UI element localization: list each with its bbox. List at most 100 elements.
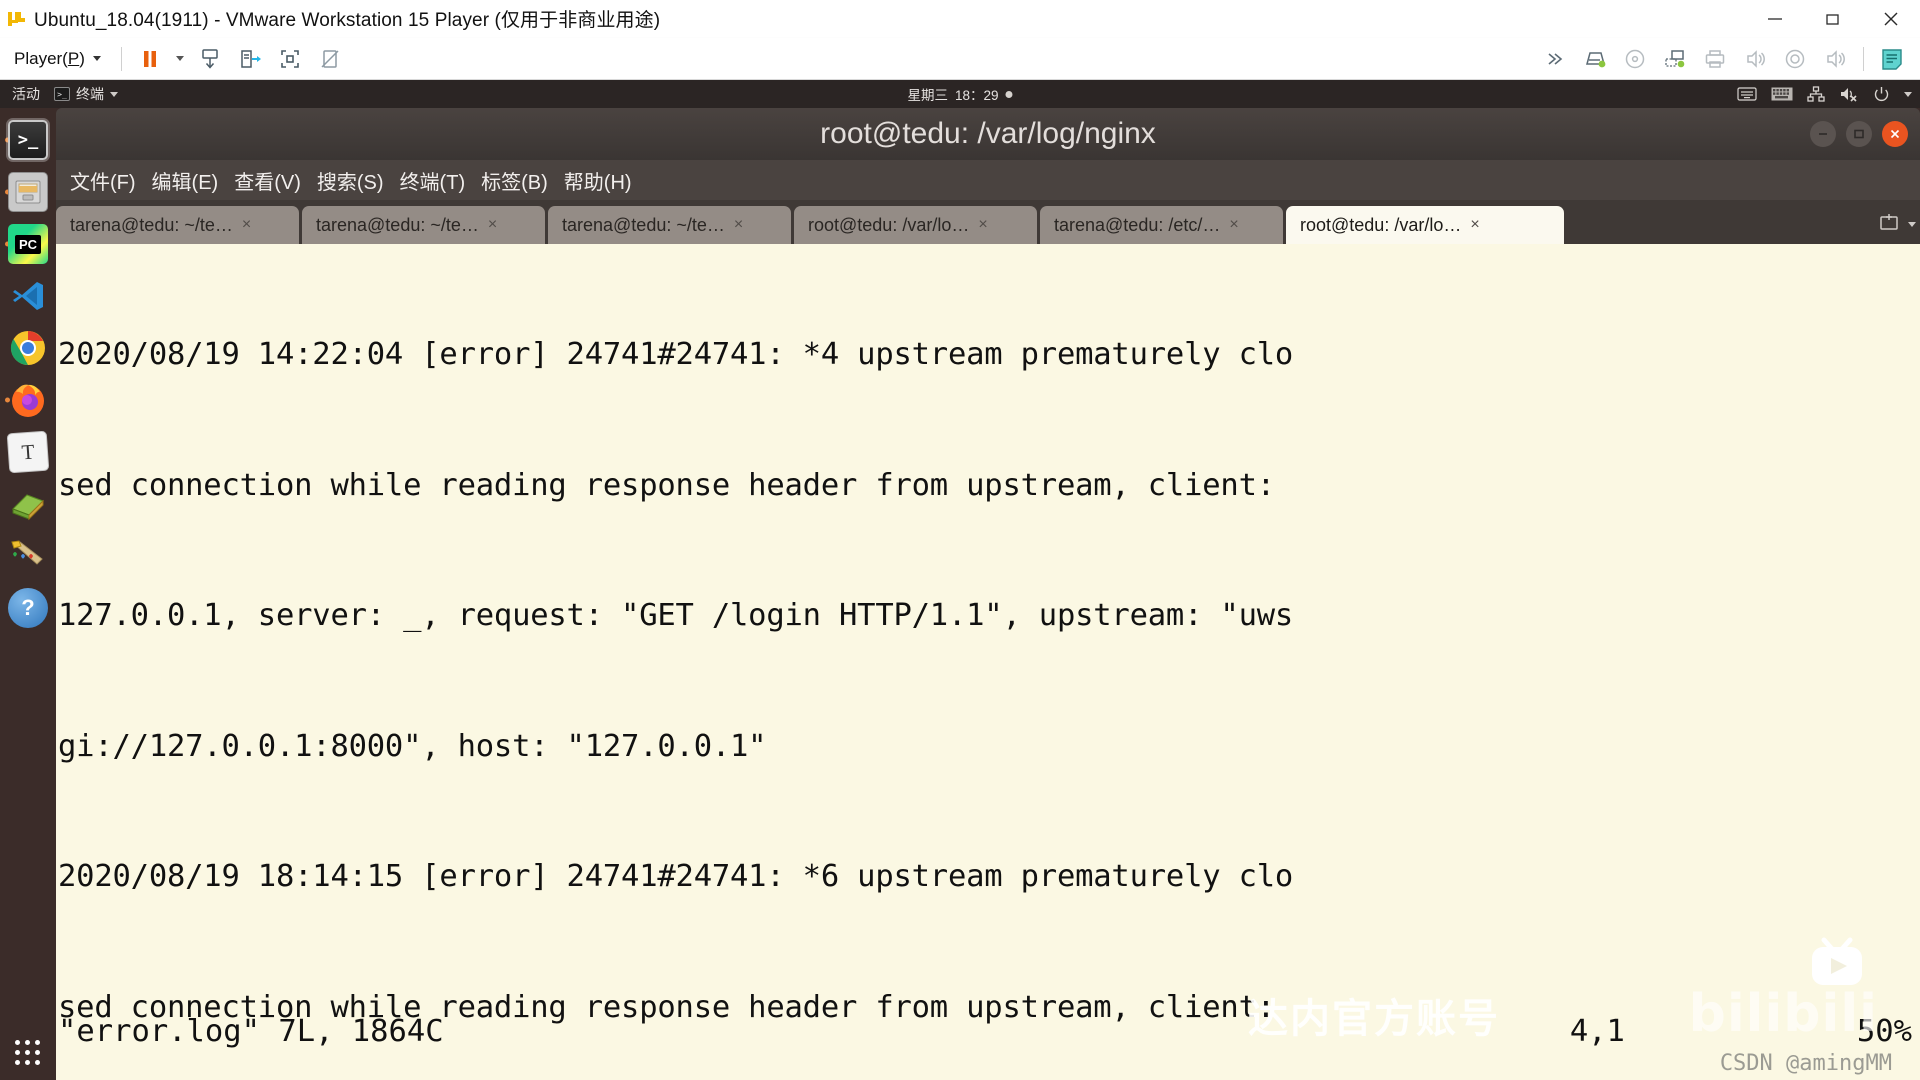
pause-button[interactable]: [130, 42, 170, 76]
grid-dot: [25, 1050, 30, 1055]
speaker-icon[interactable]: [1735, 42, 1775, 76]
terminal-tab-6[interactable]: root@tedu: /var/lo… ×: [1286, 206, 1564, 244]
printer-icon[interactable]: [1695, 42, 1735, 76]
topbar-clock[interactable]: 星期三 18：29: [907, 84, 1013, 104]
unity-mode-button[interactable]: [230, 42, 270, 76]
usb-circle-icon[interactable]: [1775, 42, 1815, 76]
terminal-line: 127.0.0.1, server: _, request: "GET /log…: [58, 598, 1294, 633]
menu-edit[interactable]: 编辑(E): [144, 163, 227, 198]
show-applications-button[interactable]: [15, 1040, 41, 1066]
tray-onscreen-keyboard-icon[interactable]: [1737, 86, 1757, 102]
player-menu-button[interactable]: Player(P): [0, 49, 113, 69]
menu-view[interactable]: 查看(V): [226, 163, 309, 198]
watermark-brand-cn: 达内官方账号: [1248, 996, 1500, 1042]
notes-icon[interactable]: [1872, 42, 1912, 76]
menu-terminal[interactable]: 终端(T): [392, 163, 474, 198]
terminal-content[interactable]: 2020/08/19 14:22:04 [error] 24741#24741:…: [56, 244, 1920, 1080]
tab-label: tarena@tedu: ~/te…: [562, 214, 725, 235]
terminal-tab-1[interactable]: tarena@tedu: ~/te… ×: [56, 206, 299, 244]
detach-button[interactable]: [310, 42, 350, 76]
app-menu-label: 终端: [76, 86, 104, 102]
dock-item-files[interactable]: [4, 166, 52, 218]
terminal-maximize-button[interactable]: [1846, 121, 1872, 147]
tab-close-button[interactable]: ×: [485, 216, 500, 234]
restore-button[interactable]: [1804, 0, 1862, 38]
minimize-button[interactable]: [1746, 0, 1804, 38]
tab-close-button[interactable]: ×: [1467, 216, 1482, 234]
menu-search[interactable]: 搜索(S): [309, 163, 392, 198]
network-icon[interactable]: [1655, 42, 1695, 76]
system-tray: [1737, 86, 1912, 103]
terminal-menubar: 文件(F) 编辑(E) 查看(V) 搜索(S) 终端(T) 标签(B) 帮助(H…: [56, 160, 1920, 200]
cd-icon[interactable]: [1615, 42, 1655, 76]
vmware-titlebar: Ubuntu_18.04(1911) - VMware Workstation …: [0, 0, 1920, 38]
terminal-window-controls: [1810, 121, 1908, 147]
grid-dot: [15, 1040, 20, 1045]
tab-close-button[interactable]: ×: [239, 216, 254, 234]
clock-day: 星期三: [907, 88, 948, 103]
dock-item-terminal[interactable]: >_: [4, 114, 52, 166]
fullscreen-button[interactable]: [270, 42, 310, 76]
tray-dropdown-icon[interactable]: [1904, 91, 1912, 97]
tab-close-button[interactable]: ×: [731, 216, 746, 234]
new-tab-icon[interactable]: [1878, 211, 1900, 238]
dock-item-vscode[interactable]: [4, 270, 52, 322]
menu-help[interactable]: 帮助(H): [556, 163, 640, 198]
menu-tabs[interactable]: 标签(B): [473, 163, 556, 198]
microphone-speaker-icon[interactable]: [1815, 42, 1855, 76]
hard-disk-icon[interactable]: [1575, 42, 1615, 76]
tray-power-icon[interactable]: [1873, 86, 1890, 103]
dock-item-help[interactable]: ?: [4, 582, 52, 634]
tab-label: root@tedu: /var/lo…: [808, 214, 970, 235]
tabbar-actions: [1878, 211, 1916, 238]
dock-item-pycharm[interactable]: PC: [4, 218, 52, 270]
app-menu-button[interactable]: >_ 终端: [54, 84, 118, 104]
dock-item-firefox[interactable]: [4, 374, 52, 426]
double-chevron-right-icon[interactable]: [1535, 42, 1575, 76]
terminal-tab-4[interactable]: root@tedu: /var/lo… ×: [794, 206, 1037, 244]
tab-label: tarena@tedu: ~/te…: [316, 214, 479, 235]
activities-button[interactable]: 活动: [0, 84, 54, 104]
dock-item-books[interactable]: [4, 478, 52, 530]
notification-dot-icon: [1005, 90, 1013, 98]
text-editor-icon: T: [6, 430, 50, 474]
grid-dot: [25, 1040, 30, 1045]
terminal-minimize-button[interactable]: [1810, 121, 1836, 147]
tab-close-button[interactable]: ×: [975, 216, 990, 234]
terminal-tab-2[interactable]: tarena@tedu: ~/te… ×: [302, 206, 545, 244]
chevron-down-icon: [175, 56, 184, 61]
terminal-output: 2020/08/19 14:22:04 [error] 24741#24741:…: [58, 246, 1920, 1080]
terminal-line: gi://127.0.0.1:8000", host: "127.0.0.1": [58, 728, 767, 764]
vscode-icon: [8, 276, 48, 316]
tray-volume-muted-icon[interactable]: [1839, 86, 1859, 102]
dock-item-text-editor[interactable]: T: [4, 426, 52, 478]
menu-file[interactable]: 文件(F): [62, 163, 144, 198]
close-button[interactable]: [1862, 0, 1920, 38]
terminal-icon: >_: [6, 118, 50, 162]
paintbrush-icon: [8, 536, 48, 576]
tab-label: tarena@tedu: /etc/…: [1054, 214, 1221, 235]
books-icon: [8, 484, 48, 524]
vmware-title: Ubuntu_18.04(1911) - VMware Workstation …: [34, 10, 661, 31]
grid-dot: [35, 1050, 40, 1055]
ubuntu-topbar: 活动 >_ 终端 星期三 18：29: [0, 80, 1920, 108]
pause-dropdown[interactable]: [170, 42, 190, 76]
chevron-down-icon[interactable]: [1908, 222, 1916, 227]
file-manager-icon: [8, 172, 48, 212]
tab-close-button[interactable]: ×: [1226, 216, 1241, 234]
terminal-close-button[interactable]: [1882, 121, 1908, 147]
chevron-down-icon: [110, 91, 118, 97]
watermark-brand-site: bilibili: [1688, 984, 1878, 1044]
clock-time: 18：29: [954, 88, 999, 103]
terminal-line: 2020/08/19 18:14:15 [error] 24741#24741:…: [58, 859, 1294, 894]
terminal-tab-5[interactable]: tarena@tedu: /etc/… ×: [1040, 206, 1283, 244]
dock-item-paint[interactable]: [4, 530, 52, 582]
terminal-tab-3[interactable]: tarena@tedu: ~/te… ×: [548, 206, 791, 244]
dock-item-chrome[interactable]: [4, 322, 52, 374]
chevron-down-icon: [92, 56, 101, 61]
tab-label: root@tedu: /var/lo…: [1300, 214, 1462, 235]
send-ctrl-alt-del-button[interactable]: [190, 42, 230, 76]
toolbar-divider: [120, 46, 122, 71]
tray-network-icon[interactable]: [1807, 86, 1825, 102]
tray-input-method-icon[interactable]: [1771, 87, 1793, 101]
